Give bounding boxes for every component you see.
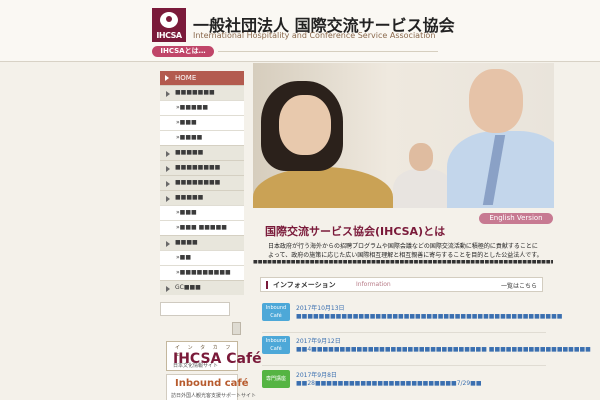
sidebar-item-2[interactable]: »■■■■■ <box>160 100 244 115</box>
sidebar-item-13[interactable]: »■■■■■■■■■ <box>160 265 244 280</box>
header-divider <box>218 51 438 52</box>
news-link[interactable]: ■■4■■■■■■■■■■■■■■■■■■■■■■■■■■■■■■■ ■■■■■… <box>296 346 591 353</box>
news-item[interactable]: 専門講座 2017年9月8日 ■■28■■■■■■■■■■■■■■■■■■■■■■■… <box>262 370 552 400</box>
news-badge: Inbound Café <box>262 336 290 354</box>
dotted-text-row: ■■■■■■■■■■■■■■■■■■■■■■■■■■■■■■■■■■■■■■■■… <box>253 260 553 264</box>
intro-text: 日本政府が行う海外からの招聘プログラムや国際会議などの国際交流活動に積極的に貢献… <box>268 242 554 260</box>
sidebar-item-5[interactable]: ■■■■■ <box>160 145 244 160</box>
header: IHCSA 一般社団法人 国際交流サービス協会 International Ho… <box>0 0 600 62</box>
sidebar: HOME ■■■■■■■ »■■■■■ »■■■ »■■■■ ■■■■■ ■■■■■■■■… <box>160 71 262 400</box>
sidebar-item-6[interactable]: ■■■■■■■■ <box>160 160 244 175</box>
search-button[interactable] <box>232 322 241 335</box>
photo-man-back-body <box>393 169 453 208</box>
photo-woman-body <box>253 167 393 208</box>
news-item[interactable]: Inbound Café 2017年9月12日 ■■4■■■■■■■■■■■■■■■… <box>262 336 591 366</box>
logo[interactable]: IHCSA <box>152 8 186 42</box>
inbound-cafe-banner[interactable]: Inbound café 訪日外国人観光客支援サポートサイト <box>166 374 256 400</box>
sidebar-item-14[interactable]: GC■■■ <box>160 280 244 295</box>
page: IHCSA 一般社団法人 国際交流サービス協会 International Ho… <box>0 0 600 400</box>
intro-line-1: 日本政府が行う海外からの招聘プログラムや国際会議などの国際交流活動に積極的に貢献… <box>268 243 538 250</box>
sidebar-item-3[interactable]: »■■■ <box>160 115 244 130</box>
news-item[interactable]: Inbound Café 2017年10月13日 ■■■■■■■■■■■■■■■■■… <box>262 303 562 333</box>
info-more-link[interactable]: 一覧はこちら <box>501 281 537 290</box>
info-marker <box>266 281 268 289</box>
banner-inbound-title: Inbound café <box>175 378 249 389</box>
photo-man-face <box>469 69 523 133</box>
sidebar-menu: ■■■■■■■ »■■■■■ »■■■ »■■■■ ■■■■■ ■■■■■■■■ ■■■■■… <box>160 85 244 295</box>
sidebar-item-1[interactable]: ■■■■■■■ <box>160 85 244 100</box>
intro-line-2: よって、政府の施策に応じた広い国際相互理解と相互親善に寄与することを目的とした公… <box>268 252 543 259</box>
flower-icon <box>160 12 178 28</box>
info-title: インフォメーション <box>273 281 336 289</box>
news-date: 2017年9月8日 <box>296 372 337 379</box>
sidebar-item-home[interactable]: HOME <box>160 71 244 85</box>
sidebar-item-8[interactable]: ■■■■■ <box>160 190 244 205</box>
english-version-button[interactable]: English Version <box>479 213 553 224</box>
about-link[interactable]: IHCSAとは… <box>152 46 214 57</box>
banner-inbound-caption: 訪日外国人観光客支援サポートサイト <box>171 393 257 399</box>
sidebar-item-11[interactable]: ■■■■ <box>160 235 244 250</box>
news-divider <box>262 365 546 366</box>
sidebar-item-4[interactable]: »■■■■ <box>160 130 244 145</box>
ihcsa-cafe-banner[interactable]: イ ン タ カ フ ェ IHCSA Café 日本文化情報サイト <box>166 341 262 371</box>
photo-man-back-face <box>409 143 433 171</box>
sidebar-item-12[interactable]: »■■ <box>160 250 244 265</box>
search-input[interactable] <box>160 302 230 316</box>
news-badge: 専門講座 <box>262 370 290 388</box>
news-divider <box>262 332 546 333</box>
banner-cafe-caption: 日本文化情報サイト <box>173 363 219 369</box>
news-badge: Inbound Café <box>262 303 290 321</box>
org-name-en: International Hospitality and Conference… <box>193 31 436 40</box>
sidebar-item-7[interactable]: ■■■■■■■■ <box>160 175 244 190</box>
page-title: 国際交流サービス協会(IHCSA)とは <box>265 225 446 238</box>
photo-woman-face <box>279 95 331 155</box>
news-link[interactable]: ■■28■■■■■■■■■■■■■■■■■■■■■■■■■7/29■■ <box>296 380 482 387</box>
info-header: インフォメーション Information 一覧はこちら <box>260 277 543 292</box>
sidebar-item-9[interactable]: »■■■ <box>160 205 244 220</box>
news-date: 2017年10月13日 <box>296 305 345 312</box>
news-date: 2017年9月12日 <box>296 338 341 345</box>
info-title-en: Information <box>356 281 391 288</box>
news-link[interactable]: ■■■■■■■■■■■■■■■■■■■■■■■■■■■■■■■■■■■■■■■■… <box>296 313 562 320</box>
logo-text: IHCSA <box>156 31 182 40</box>
hero-photo <box>253 63 554 208</box>
sidebar-item-10[interactable]: »■■■ ■■■■■ <box>160 220 244 235</box>
